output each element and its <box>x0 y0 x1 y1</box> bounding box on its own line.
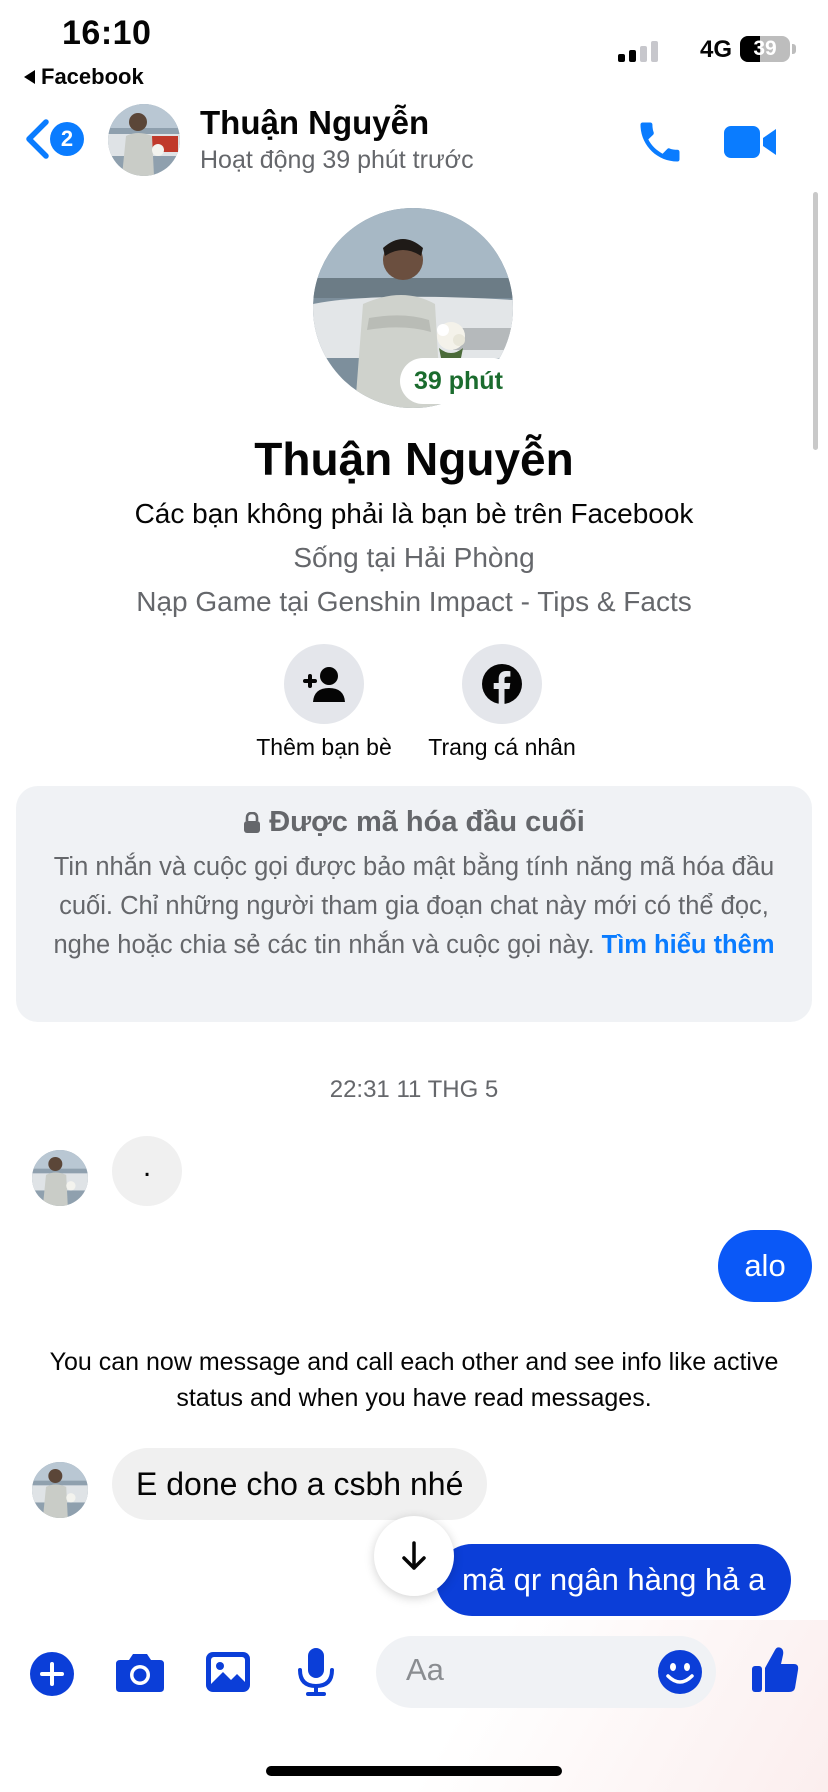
back-app-label: Facebook <box>41 64 144 89</box>
battery-tip <box>792 44 796 54</box>
avatar[interactable] <box>108 104 180 176</box>
avatar-photo <box>32 1150 88 1206</box>
lock-icon <box>244 811 261 833</box>
unread-count-badge: 2 <box>50 122 84 156</box>
add-friend-button[interactable] <box>284 644 364 724</box>
camera-icon <box>116 1654 164 1692</box>
active-status: Hoạt động 39 phút trước <box>200 146 474 174</box>
battery-icon: 39 <box>740 36 790 62</box>
system-notice: You can now message and call each other … <box>49 1348 779 1412</box>
friendship-note: Các bạn không phải là bạn bè trên Facebo… <box>134 498 694 529</box>
voice-call-button[interactable] <box>634 116 686 168</box>
status-time: 16:10 <box>62 14 152 52</box>
sender-avatar[interactable] <box>32 1150 88 1206</box>
add-friend-label[interactable]: Thêm bạn bè <box>224 734 424 761</box>
back-triangle-icon <box>24 70 35 84</box>
plus-icon <box>30 1652 74 1696</box>
microphone-icon <box>298 1648 334 1696</box>
work-info: Nạp Game tại Genshin Impact - Tips & Fac… <box>136 586 692 617</box>
back-to-app-link[interactable]: Facebook <box>24 64 144 90</box>
incoming-message[interactable]: E done cho a csbh nhé <box>112 1448 488 1520</box>
avatar-photo <box>32 1462 88 1518</box>
contact-name[interactable]: Thuận Nguyễn <box>200 104 429 142</box>
emoji-icon <box>658 1650 702 1694</box>
profile-name: Thuận Nguyễn <box>254 433 574 485</box>
thumbs-up-icon <box>752 1647 799 1692</box>
like-button[interactable] <box>750 1644 800 1696</box>
scroll-to-bottom-button[interactable] <box>374 1516 454 1596</box>
gallery-button[interactable] <box>204 1648 252 1696</box>
camera-button[interactable] <box>114 1648 166 1696</box>
message-placeholder: Aa <box>406 1652 444 1687</box>
e2ee-title-text: Được mã hóa đầu cuối <box>269 806 585 838</box>
video-call-button[interactable] <box>720 118 780 166</box>
cellular-signal-icon <box>618 40 658 62</box>
battery-level: 39 <box>753 37 777 60</box>
network-type: 4G <box>699 36 732 63</box>
scrollbar[interactable] <box>813 192 818 450</box>
outgoing-message[interactable]: alo <box>718 1230 812 1302</box>
video-camera-icon <box>724 126 776 158</box>
chat-timestamp: 22:31 11 THG 5 <box>329 1076 499 1103</box>
incoming-message[interactable]: . <box>112 1136 182 1206</box>
view-profile-button[interactable] <box>462 644 542 724</box>
home-indicator <box>266 1766 562 1776</box>
learn-more-link[interactable]: Tìm hiểu thêm <box>602 931 775 959</box>
back-chevron-icon <box>26 119 49 159</box>
sender-avatar[interactable] <box>32 1462 88 1518</box>
view-profile-label[interactable]: Trang cá nhân <box>402 734 602 761</box>
e2ee-body: Tin nhắn và cuộc gọi được bảo mật bằng t… <box>34 848 794 965</box>
facebook-icon <box>482 664 522 704</box>
phone-icon <box>640 122 680 162</box>
active-time-badge: 39 phút <box>400 358 517 404</box>
gallery-icon <box>206 1652 250 1692</box>
back-button[interactable]: 2 <box>22 116 102 164</box>
more-actions-button[interactable] <box>28 1650 76 1698</box>
location-info: Sống tại Hải Phòng <box>293 542 535 573</box>
arrow-down-icon <box>402 1541 426 1570</box>
emoji-button[interactable] <box>656 1648 704 1696</box>
add-person-icon <box>303 667 345 702</box>
avatar-photo <box>108 104 180 176</box>
outgoing-message[interactable]: mã qr ngân hàng hả a <box>436 1544 792 1616</box>
e2ee-title: Được mã hóa đầu cuối <box>0 806 828 839</box>
voice-message-button[interactable] <box>296 1646 336 1698</box>
